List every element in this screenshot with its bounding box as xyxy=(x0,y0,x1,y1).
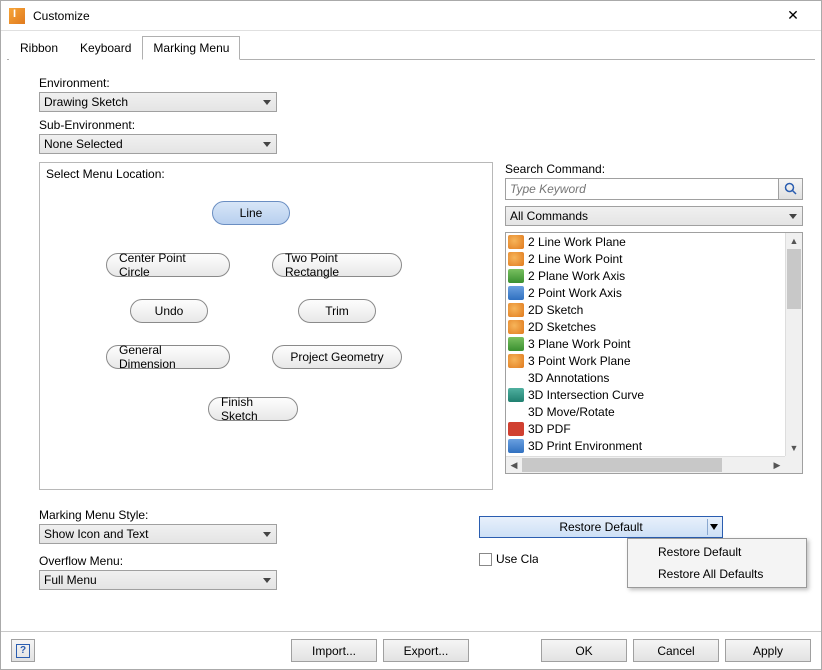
search-icon xyxy=(784,182,798,196)
tab-ribbon[interactable]: Ribbon xyxy=(9,36,69,60)
search-button[interactable] xyxy=(779,178,803,200)
command-item[interactable]: 2 Point Work Axis xyxy=(506,284,785,301)
command-label: 2 Point Work Axis xyxy=(528,286,622,300)
pill-project-geometry[interactable]: Project Geometry xyxy=(272,345,402,369)
hscroll-thumb[interactable] xyxy=(522,458,722,472)
sub-environment-select[interactable]: None Selected xyxy=(39,134,277,154)
window-title: Customize xyxy=(33,9,773,23)
titlebar: Customize ✕ xyxy=(1,1,821,31)
scroll-right-icon[interactable]: ▶ xyxy=(769,457,785,473)
scroll-up-icon[interactable]: ▲ xyxy=(786,233,802,249)
search-command-label: Search Command: xyxy=(505,162,803,176)
tab-keyboard[interactable]: Keyboard xyxy=(69,36,142,60)
command-label: 3 Plane Work Point xyxy=(528,337,631,351)
command-item[interactable]: 2 Line Work Plane xyxy=(506,233,785,250)
pill-finish-sketch[interactable]: Finish Sketch xyxy=(208,397,298,421)
command-icon xyxy=(508,337,524,351)
environment-select[interactable]: Drawing Sketch xyxy=(39,92,277,112)
command-label: 2 Plane Work Axis xyxy=(528,269,625,283)
menu-restore-all-defaults[interactable]: Restore All Defaults xyxy=(630,563,804,585)
select-menu-location-label: Select Menu Location: xyxy=(46,167,165,181)
search-input[interactable] xyxy=(505,178,779,200)
tab-marking-menu[interactable]: Marking Menu xyxy=(142,36,240,60)
environment-label: Environment: xyxy=(39,76,803,90)
command-item[interactable]: 3 Plane Work Point xyxy=(506,335,785,352)
command-label: 2D Sketches xyxy=(528,320,596,334)
command-icon xyxy=(508,354,524,368)
tabstrip: Ribbon Keyboard Marking Menu xyxy=(7,35,815,60)
command-icon xyxy=(508,371,524,385)
command-label: 2 Line Work Plane xyxy=(528,235,626,249)
command-icon xyxy=(508,320,524,334)
command-label: 3D Annotations xyxy=(528,371,609,385)
command-icon xyxy=(508,303,524,317)
pill-general-dimension[interactable]: General Dimension xyxy=(106,345,230,369)
command-icon xyxy=(508,235,524,249)
export-button[interactable]: Export... xyxy=(383,639,469,662)
close-icon[interactable]: ✕ xyxy=(773,2,813,30)
use-classic-label: Use Classic Radial Marking Menu xyxy=(496,552,538,566)
command-icon xyxy=(508,252,524,266)
command-item[interactable]: 2D Sketch xyxy=(506,301,785,318)
command-item[interactable]: 3D Intersection Curve xyxy=(506,386,785,403)
command-label: 3D Print Environment xyxy=(528,439,642,453)
menu-restore-default[interactable]: Restore Default xyxy=(630,541,804,563)
cancel-button[interactable]: Cancel xyxy=(633,639,719,662)
command-icon xyxy=(508,439,524,453)
customize-dialog: Customize ✕ Ribbon Keyboard Marking Menu… xyxy=(0,0,822,670)
command-icon xyxy=(508,286,524,300)
vertical-scrollbar[interactable]: ▲ ▼ xyxy=(785,233,802,456)
pill-trim[interactable]: Trim xyxy=(298,299,376,323)
command-icon xyxy=(508,269,524,283)
import-button[interactable]: Import... xyxy=(291,639,377,662)
command-label: 3 Point Work Plane xyxy=(528,354,631,368)
command-label: 3D PDF xyxy=(528,422,571,436)
scroll-thumb[interactable] xyxy=(787,249,801,309)
apply-button[interactable]: Apply xyxy=(725,639,811,662)
command-item[interactable]: 2 Line Work Point xyxy=(506,250,785,267)
sub-environment-label: Sub-Environment: xyxy=(39,118,803,132)
scroll-corner xyxy=(785,456,802,473)
use-classic-checkbox[interactable] xyxy=(479,553,492,566)
marking-menu-style-label: Marking Menu Style: xyxy=(39,508,299,522)
marking-menu-style-select[interactable]: Show Icon and Text xyxy=(39,524,277,544)
help-button[interactable]: ? xyxy=(11,639,35,662)
tab-content: Environment: Drawing Sketch Sub-Environm… xyxy=(1,60,821,590)
command-item[interactable]: 2D Sketches xyxy=(506,318,785,335)
pill-undo[interactable]: Undo xyxy=(130,299,208,323)
overflow-menu-select[interactable]: Full Menu xyxy=(39,570,277,590)
command-icon xyxy=(508,405,524,419)
pill-center-point-circle[interactable]: Center Point Circle xyxy=(106,253,230,277)
ok-button[interactable]: OK xyxy=(541,639,627,662)
command-item[interactable]: 3D Move/Rotate xyxy=(506,403,785,420)
command-item[interactable]: 3D Annotations xyxy=(506,369,785,386)
menu-location-panel: Select Menu Location: Line Center Point … xyxy=(39,162,493,490)
command-label: 3D Move/Rotate xyxy=(528,405,615,419)
command-icon xyxy=(508,388,524,402)
command-filter-select[interactable]: All Commands xyxy=(505,206,803,226)
scroll-down-icon[interactable]: ▼ xyxy=(786,440,802,456)
command-label: 3D Intersection Curve xyxy=(528,388,644,402)
app-icon xyxy=(9,8,25,24)
command-panel: Search Command: All Commands 2 Line Work… xyxy=(505,162,803,490)
restore-dropdown-menu: Restore Default Restore All Defaults xyxy=(627,538,807,588)
pill-line[interactable]: Line xyxy=(212,201,290,225)
command-list[interactable]: 2 Line Work Plane 2 Line Work Point 2 Plan… xyxy=(505,232,803,474)
command-item[interactable]: 3D PDF xyxy=(506,420,785,437)
command-item[interactable]: 2 Plane Work Axis xyxy=(506,267,785,284)
command-icon xyxy=(508,422,524,436)
command-label: 2 Line Work Point xyxy=(528,252,623,266)
command-label: 2D Sketch xyxy=(528,303,583,317)
horizontal-scrollbar[interactable]: ◀ ▶ xyxy=(506,456,785,473)
restore-default-button[interactable]: Restore Default xyxy=(479,516,723,538)
pill-two-point-rectangle[interactable]: Two Point Rectangle xyxy=(272,253,402,277)
command-item[interactable]: 3 Point Work Plane xyxy=(506,352,785,369)
dialog-footer: ? Import... Export... OK Cancel Apply xyxy=(1,631,821,669)
help-icon: ? xyxy=(16,644,30,658)
scroll-left-icon[interactable]: ◀ xyxy=(506,457,522,473)
overflow-menu-label: Overflow Menu: xyxy=(39,554,299,568)
command-item[interactable]: 3D Print Environment xyxy=(506,437,785,454)
